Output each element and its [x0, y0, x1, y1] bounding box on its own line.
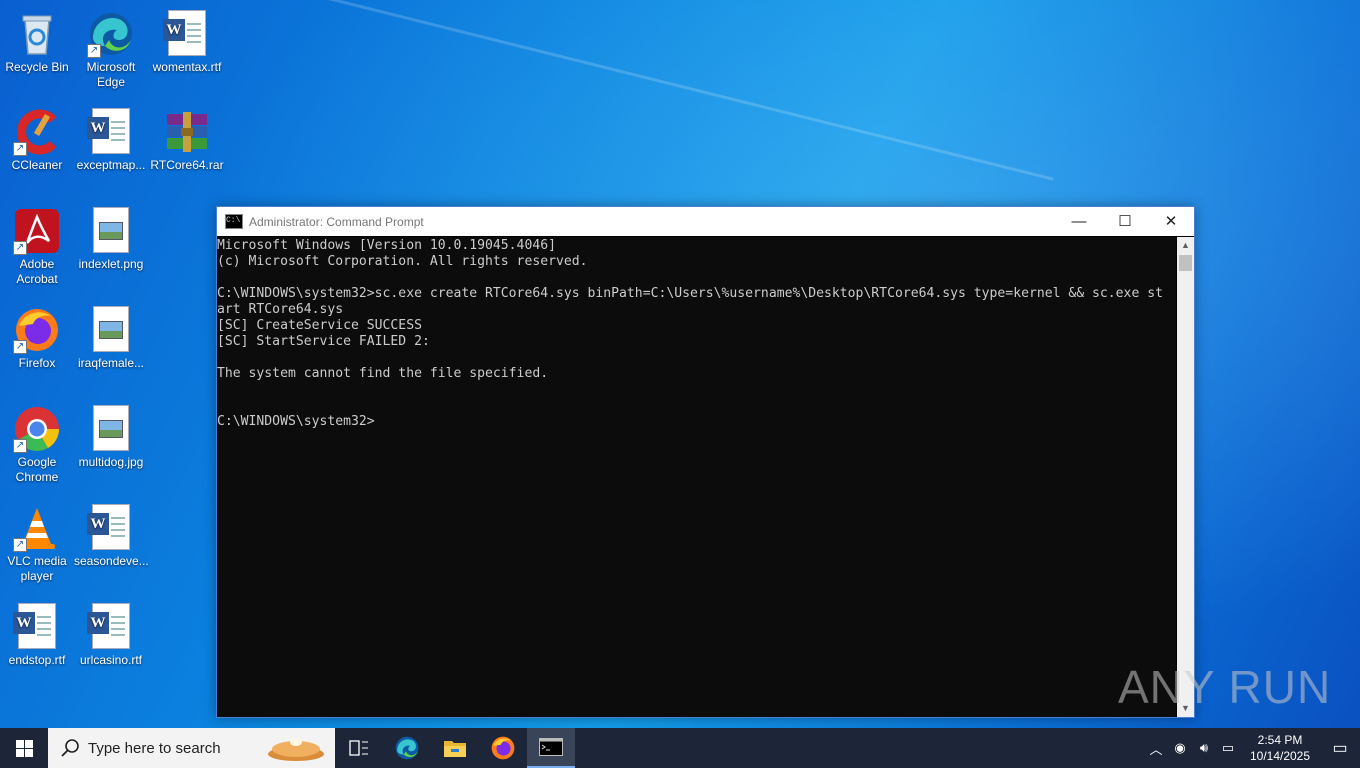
- shortcut-arrow-icon: ↗: [13, 439, 27, 453]
- image-file-icon: [87, 207, 135, 255]
- desktop-icon-label: seasondeve...: [74, 554, 149, 568]
- vertical-scrollbar[interactable]: ▲ ▼: [1177, 237, 1194, 717]
- clock-time: 2:54 PM: [1257, 733, 1303, 747]
- desktop-icon-label: Firefox: [18, 356, 56, 370]
- window-titlebar[interactable]: C:\ Administrator: Command Prompt — ☐ ✕: [217, 207, 1194, 236]
- acrobat-icon: ↗: [13, 207, 61, 255]
- desktop-icon-label: womentax.rtf: [152, 60, 222, 74]
- desktop-icon-indexlet[interactable]: indexlet.png: [74, 203, 148, 272]
- firefox-icon: ↗: [13, 306, 61, 354]
- maximize-button[interactable]: ☐: [1102, 207, 1148, 236]
- word-document-icon: W: [13, 603, 61, 651]
- scroll-up-icon[interactable]: ▲: [1177, 237, 1194, 254]
- command-prompt-icon: C:\: [225, 214, 243, 229]
- desktop-icon-recycle-bin[interactable]: Recycle Bin: [0, 6, 74, 75]
- desktop-icon-label: exceptmap...: [76, 158, 146, 172]
- desktop-icon-ccleaner[interactable]: ↗ CCleaner: [0, 104, 74, 173]
- scroll-thumb[interactable]: [1179, 255, 1192, 271]
- desktop-icon-adobe-acrobat[interactable]: ↗ Adobe Acrobat: [0, 203, 74, 287]
- desktop-icon-label: iraqfemale...: [77, 356, 145, 370]
- desktop-icon-multidog[interactable]: multidog.jpg: [74, 401, 148, 470]
- anyrun-watermark: ANY RUN: [1118, 661, 1332, 713]
- show-hidden-icons-chevron-up-icon[interactable]: ︿: [1144, 739, 1168, 758]
- chrome-icon: ↗: [13, 405, 61, 453]
- desktop-icon-label: multidog.jpg: [78, 455, 144, 469]
- shortcut-arrow-icon: ↗: [13, 241, 27, 255]
- desktop-icon-label: VLC media player: [7, 554, 67, 583]
- firefox-icon: [491, 736, 515, 760]
- taskbar-firefox-button[interactable]: [479, 728, 527, 768]
- desktop-icon-iraqfemale[interactable]: iraqfemale...: [74, 302, 148, 371]
- task-view-button[interactable]: [335, 728, 383, 768]
- desktop-icon-label: indexlet.png: [78, 257, 144, 271]
- command-prompt-window[interactable]: C:\ Administrator: Command Prompt — ☐ ✕ …: [216, 206, 1195, 718]
- image-file-icon: [87, 306, 135, 354]
- search-placeholder: Type here to search: [88, 739, 221, 757]
- start-button[interactable]: [0, 728, 48, 768]
- edge-icon: [395, 736, 419, 760]
- clock-date: 10/14/2025: [1249, 749, 1311, 763]
- search-icon: [61, 739, 79, 757]
- desktop-icon-firefox[interactable]: ↗ Firefox: [0, 302, 74, 371]
- task-view-icon: [349, 740, 368, 756]
- word-document-icon: W: [163, 10, 211, 58]
- desktop-icon-label: endstop.rtf: [8, 653, 66, 667]
- word-document-icon: W: [87, 108, 135, 156]
- taskbar-edge-button[interactable]: [383, 728, 431, 768]
- winrar-archive-icon: [163, 108, 211, 156]
- desktop-icon-label: RTCore64.rar: [150, 158, 224, 172]
- taskbar-search-box[interactable]: Type here to search: [48, 728, 335, 768]
- desktop-icon-google-chrome[interactable]: ↗ Google Chrome: [0, 401, 74, 485]
- ccleaner-icon: ↗: [13, 108, 61, 156]
- recycle-bin-icon: [13, 10, 61, 58]
- vlc-icon: ↗: [13, 504, 61, 552]
- word-document-icon: W: [87, 504, 135, 552]
- window-title: Administrator: Command Prompt: [249, 214, 424, 229]
- wallpaper-beam: [179, 0, 1054, 181]
- image-file-icon: [87, 405, 135, 453]
- desktop-icon-label: Adobe Acrobat: [16, 257, 58, 286]
- clock[interactable]: 2:54 PM 10/14/2025: [1240, 732, 1320, 764]
- word-document-icon: W: [87, 603, 135, 651]
- taskbar-command-prompt-button[interactable]: [527, 728, 575, 768]
- desktop-icon-label: Recycle Bin: [5, 60, 69, 74]
- desktop-icon-label: CCleaner: [11, 158, 63, 172]
- console-output[interactable]: Microsoft Windows [Version 10.0.19045.40…: [217, 237, 1176, 717]
- meet-now-icon[interactable]: ◉: [1168, 740, 1192, 756]
- notification-center-icon[interactable]: ▭: [1320, 738, 1360, 758]
- system-tray: ︿ ◉ 🔊︎ ▭ 2:54 PM 10/14/2025 ▭: [1144, 728, 1360, 768]
- edge-icon: ↗: [87, 10, 135, 58]
- shortcut-arrow-icon: ↗: [13, 142, 27, 156]
- command-prompt-icon: [539, 738, 563, 756]
- console-text: Microsoft Windows [Version 10.0.19045.40…: [217, 238, 1163, 429]
- desktop-icon-label: Microsoft Edge: [86, 60, 136, 89]
- search-highlight-pie-icon: [268, 738, 324, 761]
- network-icon[interactable]: ▭: [1216, 740, 1240, 756]
- taskbar-file-explorer-button[interactable]: [431, 728, 479, 768]
- desktop-icon-rtcore64-rar[interactable]: RTCore64.rar: [150, 104, 224, 173]
- desktop-icon-label: urlcasino.rtf: [79, 653, 143, 667]
- close-button[interactable]: ✕: [1148, 207, 1194, 236]
- desktop-icon-label: Google Chrome: [15, 455, 59, 484]
- windows-logo-icon: [15, 739, 33, 757]
- minimize-button[interactable]: —: [1056, 207, 1102, 236]
- desktop-icon-womentax[interactable]: W womentax.rtf: [150, 6, 224, 75]
- volume-icon[interactable]: 🔊︎: [1192, 740, 1216, 756]
- desktop-icon-endstop[interactable]: W endstop.rtf: [0, 599, 74, 668]
- desktop-icon-exceptmap[interactable]: W exceptmap...: [74, 104, 148, 173]
- desktop-icon-microsoft-edge[interactable]: ↗ Microsoft Edge: [74, 6, 148, 90]
- desktop-icon-vlc[interactable]: ↗ VLC media player: [0, 500, 74, 584]
- shortcut-arrow-icon: ↗: [87, 44, 101, 58]
- shortcut-arrow-icon: ↗: [13, 340, 27, 354]
- desktop-icon-seasondeve[interactable]: W seasondeve...: [74, 500, 149, 569]
- shortcut-arrow-icon: ↗: [13, 538, 27, 552]
- file-explorer-icon: [444, 741, 466, 757]
- taskbar: Type here to search ︿ ◉ 🔊︎ ▭ 2:54 PM 10/…: [0, 728, 1360, 768]
- desktop-icon-urlcasino[interactable]: W urlcasino.rtf: [74, 599, 148, 668]
